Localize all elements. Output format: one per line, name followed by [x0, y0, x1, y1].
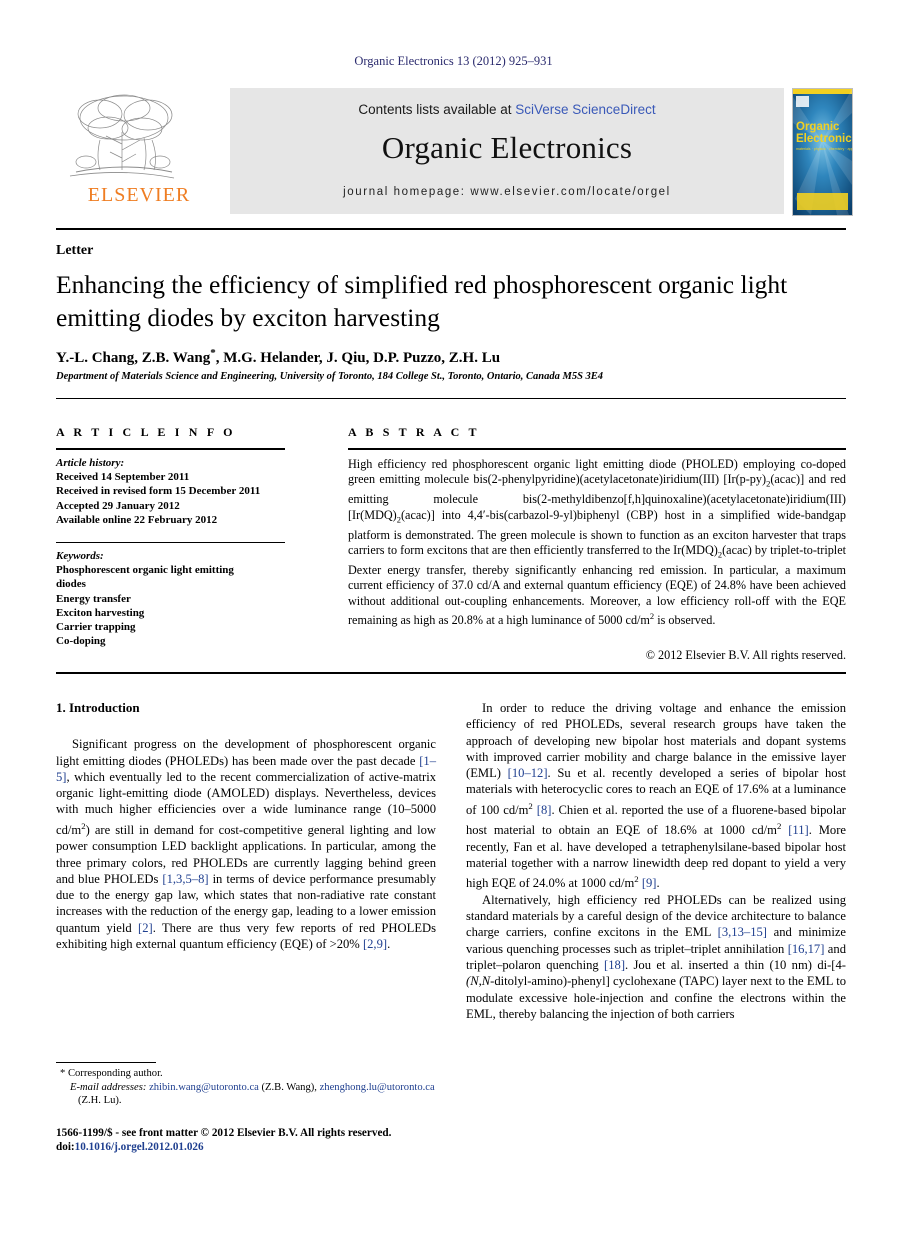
citation-link[interactable]: [2]: [138, 921, 153, 935]
keywords-rule: [56, 542, 285, 544]
keyword-item: Carrier trapping: [56, 621, 136, 634]
page-title: Enhancing the efficiency of simplified r…: [56, 270, 788, 332]
author-list: Y.-L. Chang, Z.B. Wang*, M.G. Helander, …: [56, 347, 846, 367]
running-head: Organic Electronics 13 (2012) 925–931: [354, 54, 553, 68]
title-bottom-rule: [56, 398, 846, 400]
elsevier-wordmark: ELSEVIER: [87, 184, 191, 206]
elsevier-tree-icon: [69, 94, 175, 179]
paragraph-bipolar-hosts: In order to reduce the driving voltage a…: [466, 700, 846, 892]
authors-primary: Y.-L. Chang, Z.B. Wang: [56, 350, 211, 366]
superscript: 2: [634, 874, 639, 885]
footnote-block: * Corresponding author. E-mail addresses…: [56, 1067, 436, 1108]
abstract-part-5: is observed.: [654, 613, 716, 628]
citation-link[interactable]: [18]: [604, 958, 625, 972]
email-link-lu[interactable]: zhenghong.lu@utoronto.ca: [320, 1082, 435, 1093]
abstract-copyright: © 2012 Elsevier B.V. All rights reserved…: [645, 648, 846, 662]
journal-homepage[interactable]: journal homepage: www.elsevier.com/locat…: [230, 186, 784, 198]
journal-cover-thumbnail: Organic Electronics materials · physics …: [792, 88, 853, 216]
abstract-rule: [348, 448, 846, 450]
abstract-heading: A B S T R A C T: [348, 425, 480, 439]
paragraph-device-architecture: Alternatively, high efficiency red PHOLE…: [466, 892, 846, 1022]
svg-text:Organic: Organic: [796, 121, 840, 133]
citation-link[interactable]: [16,17]: [788, 942, 825, 956]
elsevier-logo: ELSEVIER: [56, 88, 222, 214]
journal-article-page: Organic Electronics 13 (2012) 925–931 EL…: [0, 0, 907, 1238]
citation-link[interactable]: [3,13–15]: [718, 925, 767, 939]
body-column-left: 1. Introduction Significant progress on …: [56, 700, 436, 952]
citation-link[interactable]: [11]: [788, 823, 809, 837]
history-item-online: Available online 22 February 2012: [56, 513, 218, 526]
keyword-item: diodes: [56, 578, 86, 591]
section-heading-introduction: 1. Introduction: [56, 700, 140, 715]
svg-text:materials · physics · chemistr: materials · physics · chemistry · applic…: [796, 147, 852, 151]
text-run: .: [387, 937, 391, 952]
italic-run: (N,N: [466, 974, 491, 989]
sciencedirect-link[interactable]: SciVerse ScienceDirect: [515, 102, 655, 117]
abstract-text: High efficiency red phosphorescent organ…: [348, 457, 846, 628]
citation-link[interactable]: [2,9]: [363, 937, 387, 951]
email-owner-wang: (Z.B. Wang),: [258, 1081, 320, 1093]
citation-link[interactable]: [1,3,5–8]: [162, 872, 208, 886]
contents-prefix: Contents lists available at: [358, 102, 516, 117]
text-run: -ditolyl-amino)-phenyl] cyclohexane (TAP…: [466, 974, 846, 1021]
keywords-label: Keywords:: [56, 550, 104, 562]
journal-cover-art: Organic Electronics materials · physics …: [793, 89, 852, 215]
keyword-item: Co-doping: [56, 635, 106, 648]
history-item-accepted: Accepted 29 January 2012: [56, 499, 180, 512]
body-column-right: In order to reduce the driving voltage a…: [466, 700, 846, 1022]
text-run: . Jou et al. inserted a thin (10 nm) di-…: [625, 958, 846, 973]
issn-copyright-line: 1566-1199/$ - see front matter © 2012 El…: [56, 1127, 392, 1139]
doi-line: doi:10.1016/j.orgel.2012.01.026: [56, 1140, 456, 1154]
keyword-item: Exciton harvesting: [56, 606, 145, 619]
citation-link[interactable]: [9]: [642, 877, 657, 891]
abstract-bottom-rule: [56, 672, 846, 674]
corresponding-author-note: * Corresponding author.: [60, 1068, 163, 1079]
email-addresses-note: E-mail addresses: zhibin.wang@utoronto.c…: [56, 1081, 436, 1108]
journal-title: Organic Electronics: [381, 130, 633, 165]
article-history: Article history: Received 14 September 2…: [56, 456, 296, 527]
article-info-rule: [56, 448, 285, 450]
keywords-list: Keywords: Phosphorescent organic light e…: [56, 549, 296, 648]
article-info-heading: A R T I C L E I N F O: [56, 425, 236, 439]
text-run: .: [656, 876, 660, 891]
doi-link[interactable]: 10.1016/j.orgel.2012.01.026: [75, 1141, 204, 1153]
title-top-rule: [56, 228, 846, 230]
email-label: E-mail addresses:: [70, 1081, 147, 1093]
footnote-rule: [56, 1062, 156, 1064]
citation-link[interactable]: [8]: [537, 803, 552, 817]
keyword-item: Phosphorescent organic light emitting: [56, 564, 234, 577]
history-item-received: Received 14 September 2011: [56, 471, 190, 484]
email-link-wang[interactable]: zhibin.wang@utoronto.ca: [149, 1082, 259, 1093]
history-item-revised: Received in revised form 15 December 201…: [56, 485, 261, 498]
journal-masthead: ELSEVIER Contents lists available at Sci…: [56, 88, 853, 216]
imprint-block: 1566-1199/$ - see front matter © 2012 El…: [56, 1126, 456, 1154]
keyword-item: Energy transfer: [56, 592, 131, 605]
citation-link[interactable]: [10–12]: [508, 766, 548, 780]
article-history-label: Article history:: [56, 457, 125, 469]
svg-text:Electronics: Electronics: [796, 133, 852, 145]
doi-label: doi:: [56, 1141, 75, 1153]
paragraph-intro-left: Significant progress on the development …: [56, 736, 436, 952]
article-type-label: Letter: [56, 243, 94, 258]
affiliation: Department of Materials Science and Engi…: [56, 371, 604, 382]
authors-secondary: , M.G. Helander, J. Qiu, D.P. Puzzo, Z.H…: [215, 350, 501, 366]
text-run: Significant progress on the development …: [56, 737, 436, 768]
contents-available-line: Contents lists available at SciVerse Sci…: [230, 102, 784, 117]
email-owner-lu: (Z.H. Lu).: [78, 1095, 122, 1107]
